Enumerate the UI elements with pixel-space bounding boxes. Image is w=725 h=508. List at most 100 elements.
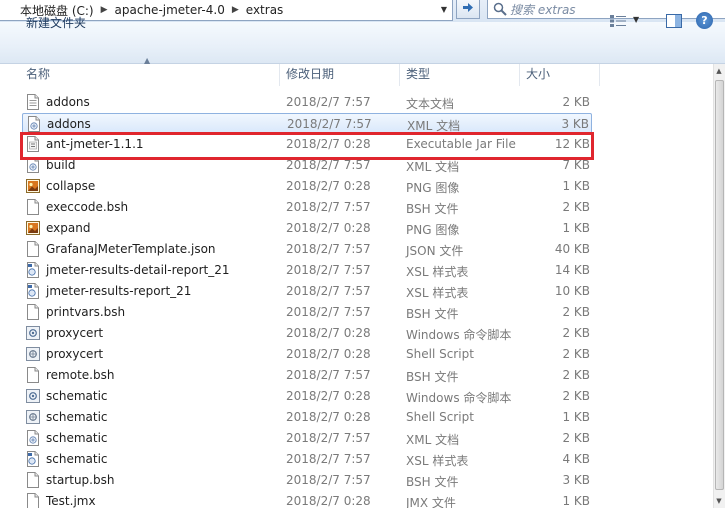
file-size: 2 KB	[562, 95, 590, 109]
file-row[interactable]: remote.bsh 2018/2/7 7:57 BSH 文件 2 KB	[22, 365, 592, 386]
file-row[interactable]: schematic 2018/2/7 0:28 Windows 命令脚本 2 KB	[22, 386, 592, 407]
file-date: 2018/2/7 0:28	[286, 410, 371, 424]
breadcrumb-jmeter[interactable]: apache-jmeter-4.0	[113, 3, 227, 17]
file-date: 2018/2/7 7:57	[286, 452, 371, 466]
search-icon	[492, 1, 508, 17]
file-type: PNG 图像	[406, 223, 460, 237]
file-size: 3 KB	[562, 473, 590, 487]
shell-script-icon	[25, 346, 41, 362]
refresh-icon	[463, 3, 473, 12]
search-input[interactable]: 搜索 extras	[487, 0, 725, 19]
file-row[interactable]: schematic 2018/2/7 7:57 XSL 样式表 4 KB	[22, 449, 592, 470]
view-options-dropdown-icon[interactable]: ▼	[633, 15, 639, 24]
file-size: 2 KB	[562, 200, 590, 214]
file-name: schematic	[46, 452, 108, 466]
scrollbar-thumb[interactable]	[715, 80, 724, 490]
file-name: schematic	[46, 431, 108, 445]
cmd-script-icon	[25, 325, 41, 341]
help-button[interactable]: ?	[696, 12, 713, 29]
blank-file-icon	[25, 199, 41, 215]
file-name: jmeter-results-detail-report_21	[46, 263, 230, 277]
highlight-annotation	[20, 132, 594, 160]
file-size: 2 KB	[562, 431, 590, 445]
file-row[interactable]: addons 2018/2/7 7:57 XML 文档 3 KB	[22, 113, 592, 134]
file-row[interactable]: GrafanaJMeterTemplate.json 2018/2/7 7:57 J…	[22, 239, 592, 260]
file-name: jmeter-results-report_21	[46, 284, 192, 298]
scroll-up-icon[interactable]: ▲	[713, 64, 725, 78]
file-name: execcode.bsh	[46, 200, 129, 214]
file-name: collapse	[46, 179, 96, 193]
file-name: startup.bsh	[46, 473, 115, 487]
file-row[interactable]: jmeter-results-report_21 2018/2/7 7:57 XSL…	[22, 281, 592, 302]
file-size: 1 KB	[562, 179, 590, 193]
file-type: XML 文档	[406, 433, 460, 447]
file-type: XSL 样式表	[406, 454, 469, 468]
column-header-date[interactable]: 修改日期	[280, 64, 400, 86]
command-toolbar	[0, 22, 725, 64]
file-row[interactable]: proxycert 2018/2/7 0:28 Windows 命令脚本 2 KB	[22, 323, 592, 344]
preview-pane-icon	[666, 14, 682, 28]
file-type: BSH 文件	[406, 202, 459, 216]
file-row[interactable]: schematic 2018/2/7 7:57 XML 文档 2 KB	[22, 428, 592, 449]
file-name: schematic	[46, 410, 108, 424]
file-date: 2018/2/7 7:57	[287, 117, 372, 131]
file-date: 2018/2/7 0:28	[286, 221, 371, 235]
breadcrumb-chevron-icon[interactable]: ▶	[227, 5, 244, 15]
file-date: 2018/2/7 7:57	[286, 284, 371, 298]
breadcrumb-extras[interactable]: extras	[244, 3, 286, 17]
file-row[interactable]: printvars.bsh 2018/2/7 7:57 BSH 文件 2 KB	[22, 302, 592, 323]
new-folder-button[interactable]: 新建文件夹	[26, 14, 86, 30]
file-size: 1 KB	[562, 410, 590, 424]
file-row[interactable]: schematic 2018/2/7 0:28 Shell Script 1 KB	[22, 407, 592, 428]
file-type: BSH 文件	[406, 307, 459, 321]
scroll-down-icon[interactable]: ▼	[713, 494, 725, 508]
file-row[interactable]: jmeter-results-detail-report_21 2018/2/7 …	[22, 260, 592, 281]
file-size: 40 KB	[554, 242, 590, 256]
file-date: 2018/2/7 0:28	[286, 179, 371, 193]
xsl-file-icon	[25, 262, 41, 278]
file-row[interactable]: addons 2018/2/7 7:57 文本文档 2 KB	[22, 92, 592, 113]
blank-file-icon	[25, 472, 41, 488]
file-name: printvars.bsh	[46, 305, 126, 319]
file-name: schematic	[46, 389, 108, 403]
file-name: GrafanaJMeterTemplate.json	[46, 242, 216, 256]
file-date: 2018/2/7 7:57	[286, 263, 371, 277]
file-size: 2 KB	[562, 389, 590, 403]
xml-file-icon	[26, 116, 42, 132]
file-date: 2018/2/7 0:28	[286, 347, 371, 361]
file-size: 2 KB	[562, 305, 590, 319]
file-row[interactable]: proxycert 2018/2/7 0:28 Shell Script 2 KB	[22, 344, 592, 365]
address-dropdown-icon[interactable]: ▼	[437, 0, 451, 18]
file-row[interactable]: Test.jmx 2018/2/7 0:28 JMX 文件 1 KB	[22, 491, 592, 508]
file-size: 7 KB	[562, 158, 590, 172]
file-type: PNG 图像	[406, 181, 460, 195]
file-size: 1 KB	[562, 221, 590, 235]
file-date: 2018/2/7 0:28	[286, 494, 371, 508]
sort-ascending-icon: ▲	[144, 56, 151, 65]
file-row[interactable]: collapse 2018/2/7 0:28 PNG 图像 1 KB	[22, 176, 592, 197]
file-type: Shell Script	[406, 410, 474, 424]
file-type: JSON 文件	[406, 244, 464, 258]
file-type: 文本文档	[406, 97, 455, 111]
column-header-type[interactable]: 类型	[400, 64, 520, 86]
breadcrumb-chevron-icon[interactable]: ▶	[96, 5, 113, 15]
file-row[interactable]: startup.bsh 2018/2/7 7:57 BSH 文件 3 KB	[22, 470, 592, 491]
file-date: 2018/2/7 7:57	[286, 305, 371, 319]
file-name: proxycert	[46, 326, 104, 340]
column-header-row: 名称 修改日期 类型 大小	[0, 64, 713, 86]
preview-pane-button[interactable]	[665, 12, 683, 30]
blank-file-icon	[25, 493, 41, 508]
refresh-button[interactable]	[456, 0, 480, 19]
column-header-name[interactable]: 名称	[20, 64, 280, 86]
details-view-icon	[610, 15, 626, 27]
file-row[interactable]: expand 2018/2/7 0:28 PNG 图像 1 KB	[22, 218, 592, 239]
view-options-button[interactable]	[609, 14, 627, 28]
file-size: 1 KB	[562, 494, 590, 508]
file-type: Shell Script	[406, 347, 474, 361]
file-date: 2018/2/7 7:57	[286, 368, 371, 382]
column-header-size[interactable]: 大小	[520, 64, 600, 86]
file-date: 2018/2/7 7:57	[286, 158, 371, 172]
file-row[interactable]: execcode.bsh 2018/2/7 7:57 BSH 文件 2 KB	[22, 197, 592, 218]
file-date: 2018/2/7 0:28	[286, 389, 371, 403]
file-size: 3 KB	[561, 117, 589, 131]
